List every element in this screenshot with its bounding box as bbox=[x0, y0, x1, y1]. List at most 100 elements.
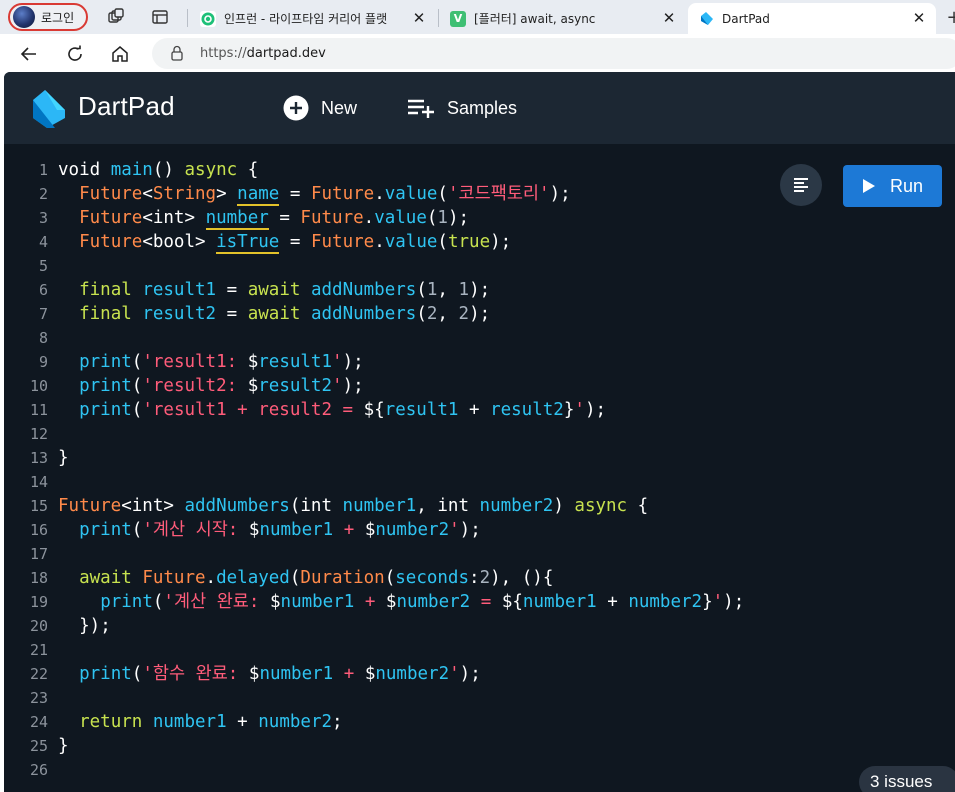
code-line: 26 bbox=[4, 758, 955, 782]
dart-favicon-icon bbox=[698, 11, 714, 27]
line-number: 10 bbox=[29, 377, 48, 395]
line-number: 3 bbox=[38, 209, 48, 227]
line-number: 2 bbox=[38, 185, 48, 203]
code-text: Future<String> name = Future.value('코드팩토… bbox=[79, 184, 571, 206]
dartpad-app: DartPad New Samples 1 void main() async {… bbox=[4, 72, 955, 792]
code-line: 22 print('함수 완료: $number1 + $number2'); bbox=[4, 662, 955, 686]
code-text: print('계산 시작: $number1 + $number2'); bbox=[79, 520, 481, 540]
code-text: Future<int> addNumbers(int number1, int … bbox=[58, 496, 649, 516]
code-line: 12 bbox=[4, 422, 955, 446]
line-number: 26 bbox=[29, 761, 48, 779]
code-text: print('result1: $result1'); bbox=[79, 352, 364, 372]
code-line: 15 Future<int> addNumbers(int number1, in… bbox=[4, 494, 955, 518]
code-line: 8 bbox=[4, 326, 955, 350]
code-text: final result1 = await addNumbers(1, 1); bbox=[79, 280, 491, 300]
code-text: await Future.delayed(Duration(seconds:2)… bbox=[79, 568, 554, 588]
line-number: 18 bbox=[29, 569, 48, 587]
code-line: 10 print('result2: $result2'); bbox=[4, 374, 955, 398]
collections-icon[interactable] bbox=[106, 7, 126, 27]
code-text: } bbox=[58, 736, 69, 756]
line-number: 1 bbox=[38, 161, 48, 179]
line-number: 14 bbox=[29, 473, 48, 491]
close-tab-icon[interactable]: ✕ bbox=[910, 9, 928, 27]
url-text: https://dartpad.dev bbox=[200, 46, 326, 61]
format-button[interactable] bbox=[780, 164, 822, 206]
line-number: 5 bbox=[38, 257, 48, 275]
line-number: 20 bbox=[29, 617, 48, 635]
line-number: 12 bbox=[29, 425, 48, 443]
code-line: 24 return number1 + number2; bbox=[4, 710, 955, 734]
code-line: 6 final result1 = await addNumbers(1, 1)… bbox=[4, 278, 955, 302]
home-icon[interactable] bbox=[109, 43, 131, 65]
line-number: 25 bbox=[29, 737, 48, 755]
playlist-add-icon bbox=[408, 99, 434, 118]
samples-button[interactable]: Samples bbox=[407, 94, 517, 122]
code-line: 11 print('result1 + result2 = ${result1 … bbox=[4, 398, 955, 422]
code-line: 18 await Future.delayed(Duration(seconds… bbox=[4, 566, 955, 590]
velog-favicon-icon: V bbox=[450, 10, 466, 27]
format-align-left-icon bbox=[794, 178, 808, 192]
code-text: return number1 + number2; bbox=[79, 712, 343, 732]
code-line: 16 print('계산 시작: $number1 + $number2'); bbox=[4, 518, 955, 542]
url-host: dartpad.dev bbox=[246, 46, 326, 61]
line-number: 19 bbox=[29, 593, 48, 611]
code-line: 9 print('result1: $result1'); bbox=[4, 350, 955, 374]
back-icon[interactable] bbox=[18, 43, 40, 65]
line-number: 4 bbox=[38, 233, 48, 251]
play-icon bbox=[862, 179, 875, 193]
tab-separator bbox=[187, 9, 188, 27]
line-number: 23 bbox=[29, 689, 48, 707]
code-line: 4 Future<bool> isTrue = Future.value(tru… bbox=[4, 230, 955, 254]
code-line: 5 bbox=[4, 254, 955, 278]
line-number: 13 bbox=[29, 449, 48, 467]
url-field[interactable]: https://dartpad.dev bbox=[152, 38, 955, 69]
tab-inflearn[interactable]: 인프런 - 라이프타임 커리어 플랫 ✕ bbox=[192, 3, 436, 34]
code-text: Future<bool> isTrue = Future.value(true)… bbox=[79, 232, 512, 254]
close-tab-icon[interactable]: ✕ bbox=[410, 9, 428, 27]
add-circle-icon bbox=[283, 95, 309, 121]
tab-title: [플러터] await, async bbox=[474, 12, 596, 26]
samples-button-label: Samples bbox=[447, 97, 518, 118]
code-text: print('함수 완료: $number1 + $number2'); bbox=[79, 664, 481, 684]
close-tab-icon[interactable]: ✕ bbox=[660, 9, 678, 27]
line-number: 8 bbox=[38, 329, 48, 347]
dartpad-header: DartPad New Samples bbox=[4, 72, 955, 144]
issues-badge[interactable]: 3 issues bbox=[859, 766, 955, 792]
inflearn-favicon-icon bbox=[200, 10, 216, 27]
lock-icon[interactable] bbox=[170, 45, 184, 65]
tab-title: 인프런 - 라이프타임 커리어 플랫 bbox=[224, 12, 388, 26]
url-prefix: https:// bbox=[200, 46, 247, 61]
code-text: } bbox=[58, 448, 69, 468]
tab-flutter-await[interactable]: V [플러터] await, async ✕ bbox=[442, 3, 686, 34]
vertical-tabs-icon[interactable] bbox=[150, 7, 170, 27]
code-line: 17 bbox=[4, 542, 955, 566]
avatar bbox=[13, 6, 35, 28]
code-editor[interactable]: 1 void main() async { 2 Future<String> nam… bbox=[4, 144, 955, 792]
code-line: 21 bbox=[4, 638, 955, 662]
new-button[interactable]: New bbox=[283, 94, 357, 122]
code-text: Future<int> number = Future.value(1); bbox=[79, 208, 470, 230]
profile-button[interactable]: 로그인 bbox=[8, 3, 88, 31]
address-bar: https://dartpad.dev bbox=[0, 34, 955, 72]
code-line: 23 bbox=[4, 686, 955, 710]
code-text: void main() async { bbox=[58, 160, 259, 180]
code-text: print('result1 + result2 = ${result1 + r… bbox=[79, 400, 607, 420]
tab-dartpad[interactable]: DartPad ✕ bbox=[688, 3, 936, 34]
line-number: 21 bbox=[29, 641, 48, 659]
line-number: 17 bbox=[29, 545, 48, 563]
new-tab-icon[interactable]: + bbox=[944, 7, 955, 28]
tab-title: DartPad bbox=[722, 11, 770, 26]
code-line: 13} bbox=[4, 446, 955, 470]
line-number: 11 bbox=[29, 401, 48, 419]
code-line: 14 bbox=[4, 470, 955, 494]
code-text: final result2 = await addNumbers(2, 2); bbox=[79, 304, 491, 324]
line-number: 9 bbox=[38, 353, 48, 371]
run-button[interactable]: Run bbox=[843, 165, 942, 207]
dart-logo-icon[interactable] bbox=[25, 88, 67, 134]
app-title: DartPad bbox=[78, 91, 175, 121]
line-number: 6 bbox=[38, 281, 48, 299]
code-text: print('계산 완료: $number1 + $number2 = ${nu… bbox=[100, 592, 745, 612]
run-button-label: Run bbox=[889, 175, 924, 196]
code-line: 25} bbox=[4, 734, 955, 758]
refresh-icon[interactable] bbox=[64, 43, 86, 65]
